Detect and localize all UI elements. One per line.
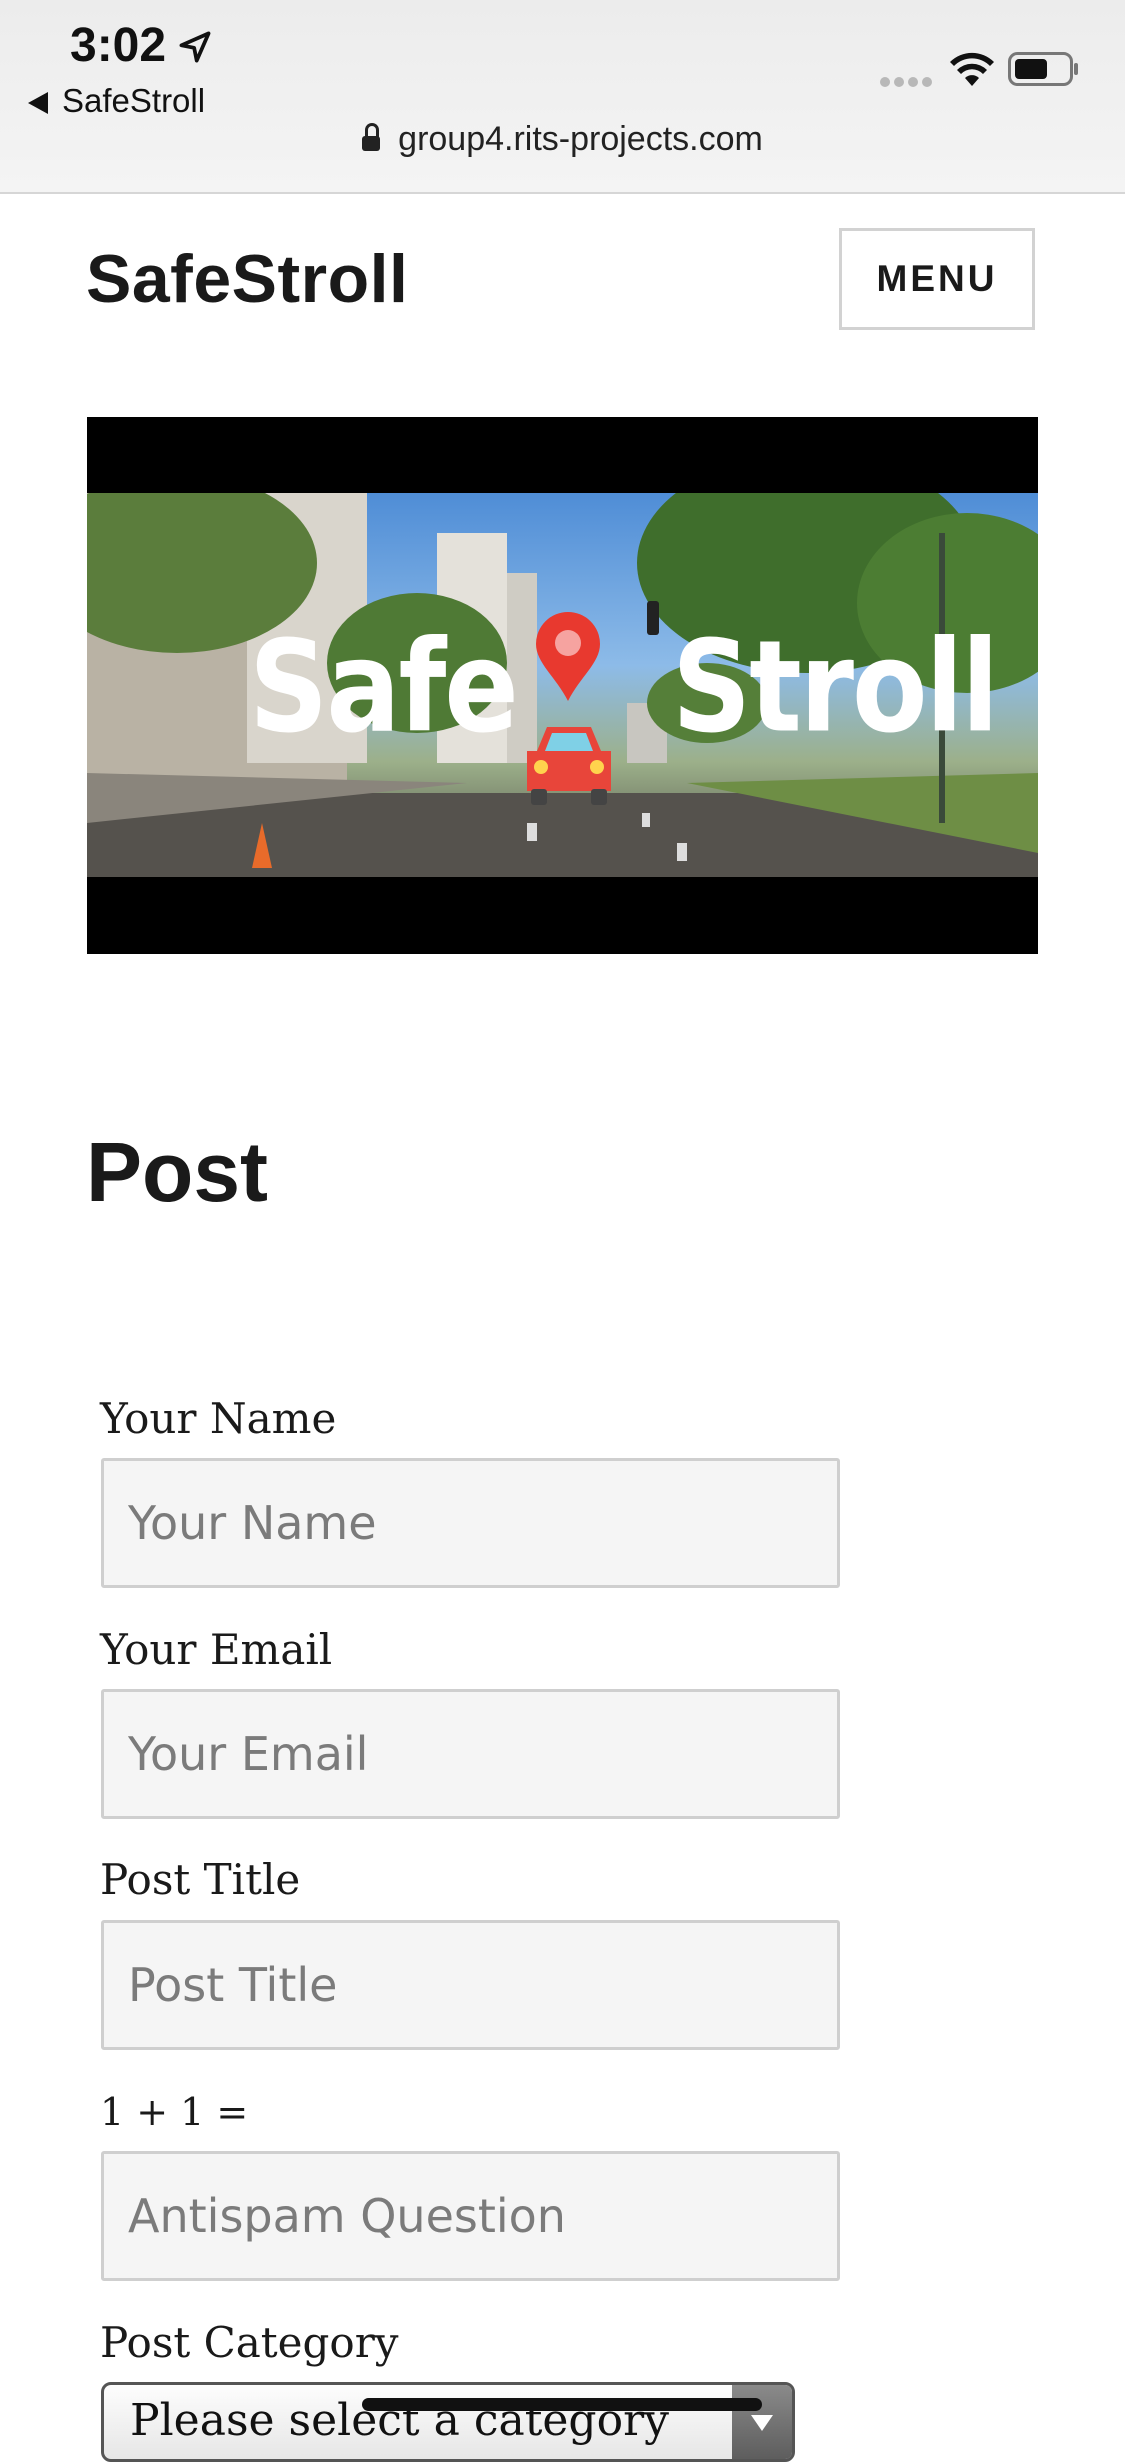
battery-icon	[1008, 52, 1078, 86]
hero-text-right: Stroll	[672, 613, 999, 761]
wifi-icon	[950, 52, 994, 86]
back-app-label: SafeStroll	[62, 82, 206, 119]
back-triangle-icon	[28, 92, 48, 115]
location-arrow-icon	[179, 31, 211, 63]
address-bar[interactable]: group4.rits-projects.com	[0, 120, 1125, 159]
home-indicator[interactable]	[362, 2398, 762, 2411]
your-email-input[interactable]	[101, 1689, 840, 1819]
url-text: group4.rits-projects.com	[398, 120, 763, 158]
your-email-label: Your Email	[100, 1625, 333, 1674]
your-name-label: Your Name	[100, 1394, 337, 1443]
page-title: Post	[86, 1125, 269, 1219]
menu-button[interactable]: MENU	[839, 228, 1035, 330]
back-to-app-button[interactable]: SafeStroll	[28, 82, 205, 120]
site-title[interactable]: SafeStroll	[86, 240, 408, 318]
status-time: 3:02	[70, 19, 167, 72]
post-title-input[interactable]	[101, 1920, 840, 2050]
status-bar: 3:02 SafeStroll group4.rits-projects.com	[0, 0, 1125, 194]
hero-banner: Safe Stroll	[87, 417, 1038, 954]
street-scene-image: Safe Stroll	[87, 493, 1038, 877]
car-icon	[527, 727, 611, 805]
antispam-input[interactable]	[101, 2151, 840, 2281]
hero-text-left: Safe	[249, 613, 519, 761]
post-category-select[interactable]: Please select a category	[101, 2382, 795, 2462]
post-category-label: Post Category	[100, 2318, 399, 2367]
map-pin-icon	[536, 612, 600, 701]
post-title-label: Post Title	[100, 1855, 301, 1904]
lock-icon	[362, 123, 381, 151]
your-name-input[interactable]	[101, 1458, 840, 1588]
signal-dots-icon	[880, 74, 936, 87]
chevron-down-icon	[732, 2385, 792, 2459]
antispam-label: 1 + 1 =	[100, 2090, 249, 2134]
